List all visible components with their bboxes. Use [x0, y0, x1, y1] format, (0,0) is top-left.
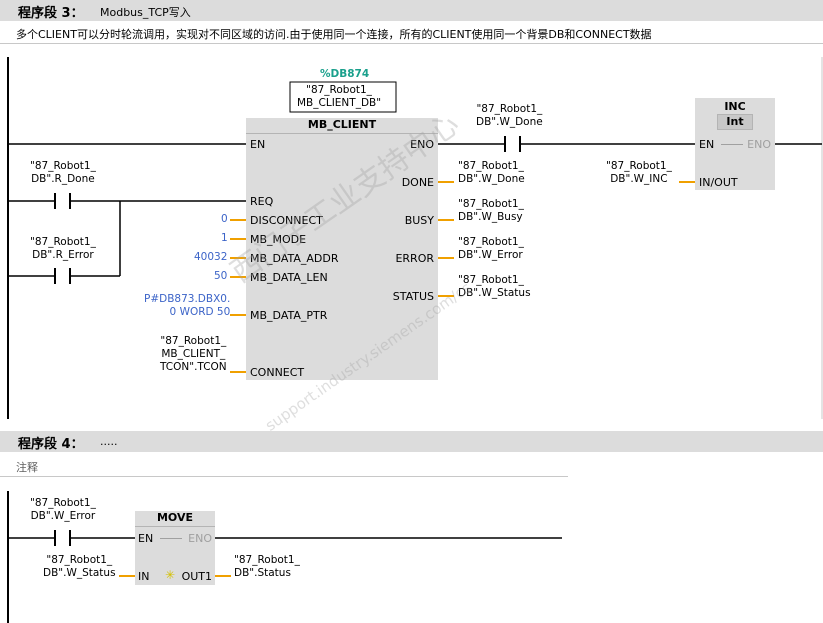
- mb-data-addr-value[interactable]: 40032: [194, 251, 227, 264]
- move-pin-in: IN: [138, 570, 150, 583]
- network-4-subtitle[interactable]: .....: [100, 435, 117, 448]
- pin-done: DONE: [401, 176, 434, 189]
- pin-disconnect: DISCONNECT: [250, 214, 323, 227]
- mb-data-ptr-value[interactable]: P#DB873.DBX0. 0 WORD 50: [144, 293, 230, 319]
- connect-value[interactable]: "87_Robot1_ MB_CLIENT_ TCON".TCON: [160, 335, 227, 374]
- error-output-var[interactable]: "87_Robot1_ DB".W_Error: [458, 236, 524, 262]
- pin-eno: ENO: [410, 138, 434, 151]
- status-output-var[interactable]: "87_Robot1_ DB".W_Status: [458, 274, 531, 300]
- inc-block[interactable]: INC Int EN ENO IN/OUT: [695, 98, 775, 190]
- move-title: MOVE: [135, 511, 215, 527]
- pin-connect: CONNECT: [250, 366, 305, 379]
- network-4-comment[interactable]: 注释: [0, 455, 568, 477]
- star-icon: ✳: [165, 568, 176, 582]
- pin-en: EN: [250, 138, 266, 151]
- network-4-comment-text: 注释: [16, 461, 38, 474]
- contact-w-done[interactable]: [502, 133, 524, 155]
- instance-db-number[interactable]: %DB874: [320, 68, 369, 81]
- inc-pin-eno: ENO: [747, 138, 771, 151]
- contact-r-done[interactable]: [52, 190, 74, 212]
- mb-client-title: MB_CLIENT: [246, 118, 438, 134]
- pin-error: ERROR: [395, 252, 434, 265]
- pin-busy: BUSY: [404, 214, 434, 227]
- contact-r-done-label[interactable]: "87_Robot1_ DB".R_Done: [30, 160, 96, 186]
- move-out-var[interactable]: "87_Robot1_ DB".Status: [234, 554, 300, 580]
- network-4-title: 程序段 4：: [18, 437, 84, 452]
- contact-w-error-label[interactable]: "87_Robot1_ DB".W_Error: [30, 497, 96, 523]
- pin-mb-data-addr: MB_DATA_ADDR: [250, 252, 339, 265]
- move-en-eno-link: [160, 538, 182, 539]
- inc-title: INC: [724, 100, 746, 113]
- inc-pin-en: EN: [699, 138, 715, 151]
- pin-mb-mode: MB_MODE: [250, 233, 307, 246]
- move-pin-eno: ENO: [188, 532, 212, 545]
- mb-client-block[interactable]: MB_CLIENT EN ENO REQ DISCONNECT MB_MODE …: [246, 118, 438, 380]
- inc-inout-var[interactable]: "87_Robot1_ DB".W_INC: [606, 160, 672, 186]
- pin-req: REQ: [250, 195, 274, 208]
- disconnect-value[interactable]: 0: [221, 213, 228, 226]
- contact-r-error-label[interactable]: "87_Robot1_ DB".R_Error: [30, 236, 96, 262]
- pin-status: STATUS: [392, 290, 434, 303]
- move-pin-out1: OUT1: [181, 570, 212, 583]
- pin-mb-data-ptr: MB_DATA_PTR: [250, 309, 328, 322]
- network-4-header[interactable]: 程序段 4： .....: [0, 431, 823, 452]
- busy-output-var[interactable]: "87_Robot1_ DB".W_Busy: [458, 198, 524, 224]
- move-block[interactable]: MOVE EN ENO IN ✳ OUT1: [135, 511, 215, 585]
- instance-db-name[interactable]: "87_Robot1_ MB_CLIENT_DB": [297, 84, 381, 110]
- move-in-var[interactable]: "87_Robot1_ DB".W_Status: [43, 554, 116, 580]
- inc-en-eno-link: [721, 144, 743, 145]
- contact-r-error[interactable]: [52, 265, 74, 287]
- mb-data-len-value[interactable]: 50: [214, 270, 227, 283]
- inc-pin-inout: IN/OUT: [699, 176, 738, 189]
- contact-w-done-label[interactable]: "87_Robot1_ DB".W_Done: [476, 103, 543, 129]
- contact-w-error[interactable]: [52, 527, 74, 549]
- done-output-var[interactable]: "87_Robot1_ DB".W_Done: [458, 160, 525, 186]
- pin-mb-data-len: MB_DATA_LEN: [250, 271, 328, 284]
- mb-mode-value[interactable]: 1: [221, 232, 228, 245]
- inc-type[interactable]: Int: [717, 114, 753, 130]
- move-pin-en: EN: [138, 532, 154, 545]
